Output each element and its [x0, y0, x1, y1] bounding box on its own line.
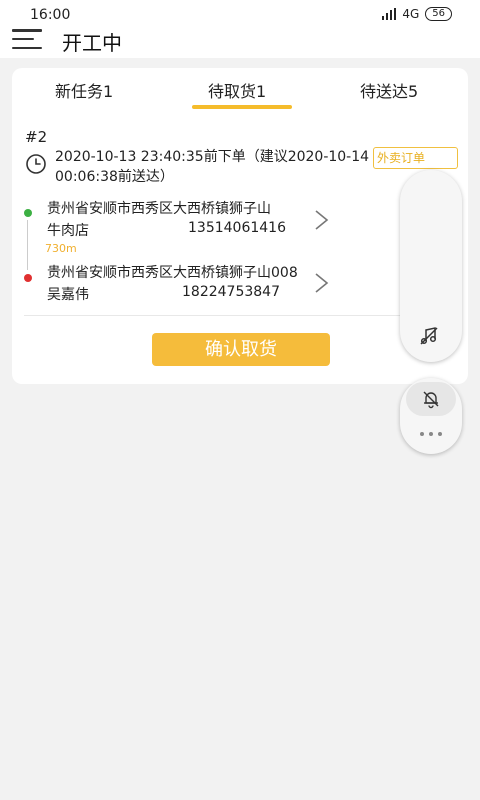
distance-label: 730m [45, 242, 77, 255]
music-off-icon[interactable] [418, 325, 440, 347]
chevron-right-icon[interactable] [312, 271, 332, 295]
floating-panel[interactable] [400, 170, 462, 362]
confirm-pickup-button[interactable]: 确认取货 [152, 333, 330, 366]
tab-new-tasks[interactable]: 新任务1 [55, 78, 113, 102]
pickup-address[interactable]: 贵州省安顺市西秀区大西桥镇狮子山 [47, 198, 271, 218]
tab-pending-delivery[interactable]: 待送达5 [360, 78, 418, 102]
chevron-right-icon[interactable] [312, 208, 332, 232]
clock-icon [26, 154, 46, 174]
dropoff-name: 吴嘉伟 [47, 287, 89, 303]
pickup-name: 牛肉店 [47, 223, 89, 239]
pickup-dot [24, 209, 32, 217]
signal-icon [382, 8, 397, 20]
dropoff-address[interactable]: 贵州省安顺市西秀区大西桥镇狮子山008 [47, 262, 298, 282]
active-tab-indicator [192, 105, 292, 109]
order-time-text: 2020-10-13 23:40:35前下单（建议2020-10-14 00:0… [55, 149, 370, 185]
status-time: 16:00 [30, 7, 71, 23]
tab-pending-pickup[interactable]: 待取货1 [208, 78, 266, 102]
network-type: 4G [402, 7, 420, 21]
order-tabs: 新任务1 待取货1 待送达5 [12, 68, 468, 112]
hamburger-icon[interactable] [12, 28, 42, 50]
dropoff-dot [24, 274, 32, 282]
status-indicators: 4G 56 [382, 7, 452, 21]
more-dots-icon[interactable] [420, 432, 442, 438]
order-type-badge: 外卖订单 [373, 147, 458, 169]
floating-actions [400, 378, 462, 454]
app-header: 开工中 [0, 24, 480, 58]
bell-toggle[interactable] [406, 382, 456, 416]
battery-icon: 56 [425, 7, 452, 21]
route-line [27, 220, 28, 270]
order-number: #2 [25, 128, 48, 146]
pickup-phone[interactable]: 13514061416 [188, 220, 286, 236]
page-title: 开工中 [62, 31, 122, 55]
dropoff-phone[interactable]: 18224753847 [182, 284, 280, 300]
divider [24, 315, 456, 316]
status-bar: 16:00 4G 56 [0, 0, 480, 24]
bell-off-icon [423, 391, 439, 409]
